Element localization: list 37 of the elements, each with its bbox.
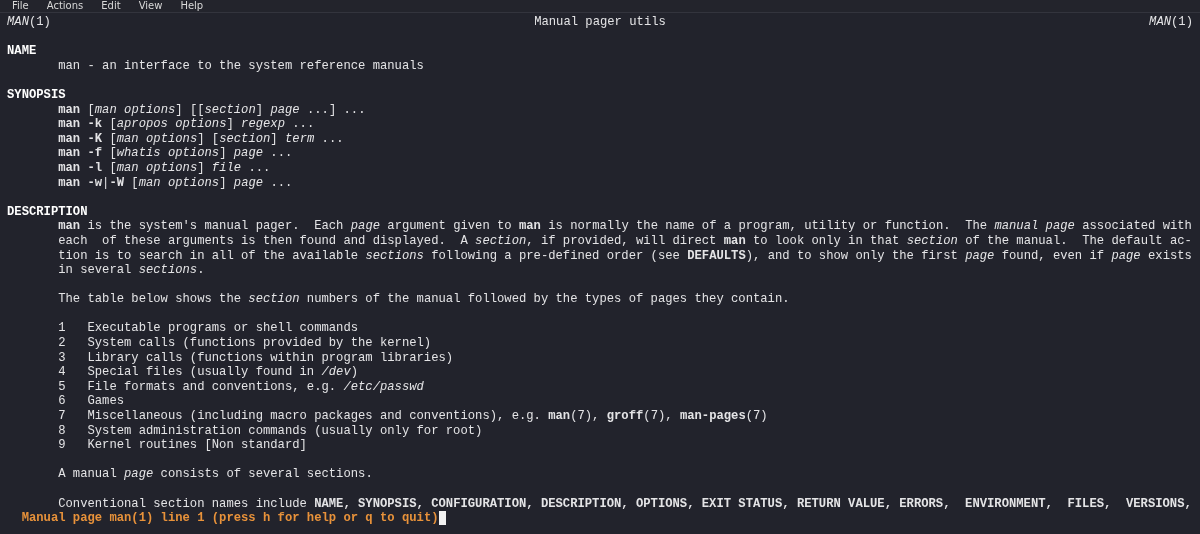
section-number: 3 xyxy=(58,350,67,366)
menu-item[interactable]: View xyxy=(138,0,163,12)
section-number: 2 xyxy=(58,336,67,351)
page-title: MAN(1) xyxy=(7,15,52,30)
section-heading: NAME xyxy=(7,44,38,59)
text-cursor xyxy=(438,511,446,526)
section-number: 1 xyxy=(58,321,67,337)
menu-item[interactable]: Actions xyxy=(46,0,84,12)
section-number: 6 xyxy=(58,394,67,410)
section-heading: SYNOPSIS xyxy=(7,87,67,103)
paragraph: A manual page consists of several sections. xyxy=(57,467,374,482)
section-description: Miscellaneous (including macro packages and conventions), e.g. man(7), groff(7), man-pages(7) xyxy=(87,409,768,424)
section-description: System administration commands (usually only for root) xyxy=(87,423,483,439)
menu-item[interactable]: File xyxy=(12,0,29,12)
section-description: Library calls (functions within program libraries) xyxy=(87,350,454,366)
manual-name: Manual pager utils xyxy=(534,15,666,30)
paragraph: The table below shows the section numbers of the manual followed by the types of pages they contain. xyxy=(57,292,791,307)
section-heading: DESCRIPTION xyxy=(7,204,88,220)
section-description: Kernel routines [Non standard] xyxy=(87,438,307,453)
section-number: 8 xyxy=(58,423,67,439)
menu-item[interactable]: Help xyxy=(180,0,204,12)
section-description: File formats and conventions, e.g. /etc/passwd xyxy=(87,379,424,395)
status-line: Manual page man(1) line 1 (press h for help or q to quit) xyxy=(21,511,439,526)
page-title: MAN(1) xyxy=(1149,15,1193,29)
section-description: Games xyxy=(87,394,124,410)
paragraph: man [man options] [[section] page ...] ... man -k [apropos options] regexp ... man -K [man options] [section] term ... man -f [whatis options] page ... man -l [man options] file ... man -w|-W [man options] page ... xyxy=(57,102,367,191)
section-number: 4 xyxy=(58,365,67,380)
section-number: 5 xyxy=(58,379,67,395)
paragraph: Conventional section names include NAME, SYNOPSIS, CONFIGURATION, DESCRIPTION, OPTIONS, EXIT STATUS, RETURN VALUE, ERRORS, ENVIRONMENT, FILES, VERSIONS, xyxy=(57,496,1193,512)
section-description: Executable programs or shell commands xyxy=(87,321,359,337)
section-description: System calls (functions provided by the kernel) xyxy=(87,336,432,351)
section-description: Special files (usually found in /dev) xyxy=(87,365,359,380)
paragraph: man - an interface to the system reference manuals xyxy=(57,58,425,74)
section-number: 7 xyxy=(58,409,67,424)
section-number: 9 xyxy=(58,438,67,453)
menu-item[interactable]: Edit xyxy=(101,0,121,12)
paragraph: man is the system's manual pager. Each page argument given to man is normally the name of a program, utility or function. The manual page associated with each of these arguments is then found and displayed. A section, if provided, will direct man to look only in that section of the manual. The default ac- tion is to search in all of the available sections following a pre-defined order (see DEFAULTS), and to show only the first page found, even if page exists in several sections. xyxy=(57,219,1193,278)
